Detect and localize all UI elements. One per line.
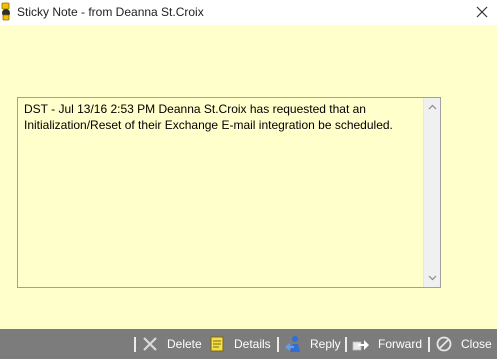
reply-label: Reply	[310, 337, 341, 351]
reply-person-icon	[284, 335, 302, 353]
details-button[interactable]: Details	[208, 333, 271, 355]
reply-button[interactable]: Reply	[284, 333, 341, 355]
note-text-area[interactable]: DST - Jul 13/16 2:53 PM Deanna St.Croix …	[17, 97, 441, 288]
note-toolbar: Delete Details Reply Forward Close	[0, 329, 497, 359]
details-note-icon	[208, 335, 226, 353]
forward-arrow-icon	[352, 335, 370, 353]
delete-button[interactable]: Delete	[141, 333, 202, 355]
forward-button[interactable]: Forward	[352, 333, 422, 355]
close-button[interactable]: Close	[435, 333, 492, 355]
delete-x-icon	[141, 335, 159, 353]
scroll-up-icon[interactable]	[424, 99, 440, 115]
toolbar-separator	[345, 337, 347, 352]
sticky-note-app-icon	[0, 2, 12, 22]
close-circle-icon	[435, 335, 453, 353]
close-icon[interactable]	[470, 1, 494, 23]
toolbar-separator	[277, 337, 279, 352]
title-bar: Sticky Note - from Deanna St.Croix	[0, 0, 497, 25]
toolbar-separator	[428, 337, 430, 352]
delete-label: Delete	[167, 337, 202, 351]
close-label: Close	[461, 337, 492, 351]
toolbar-separator	[134, 337, 136, 352]
note-text: DST - Jul 13/16 2:53 PM Deanna St.Croix …	[24, 102, 393, 132]
window-title: Sticky Note - from Deanna St.Croix	[17, 5, 204, 19]
details-label: Details	[234, 337, 271, 351]
scroll-down-icon[interactable]	[424, 270, 440, 286]
forward-label: Forward	[378, 337, 423, 351]
note-scrollbar[interactable]	[423, 98, 440, 287]
